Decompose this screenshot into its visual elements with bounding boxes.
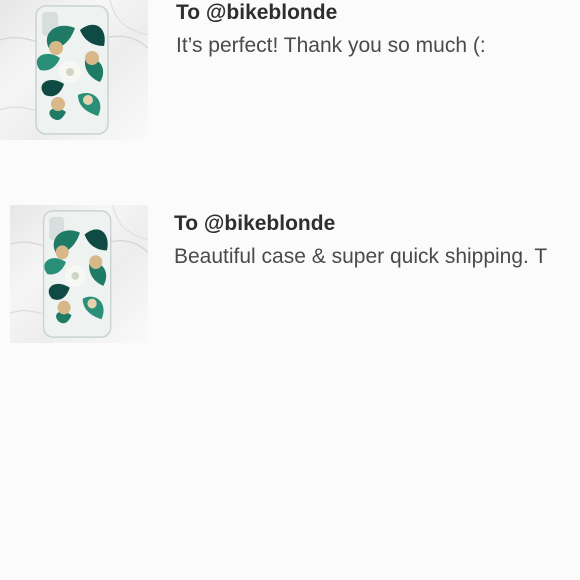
product-image — [0, 0, 148, 135]
review-text-block: To @bikeblonde Beautiful case & super qu… — [174, 211, 547, 271]
floral-phone-case-photo[interactable] — [0, 0, 148, 140]
product-image — [10, 205, 148, 338]
review-text-block: To @bikeblonde It’s perfect! Thank you s… — [176, 0, 486, 60]
review-item: To @bikeblonde It’s perfect! Thank you s… — [0, 0, 580, 145]
floral-phone-case-photo[interactable] — [10, 205, 148, 343]
review-recipient: To @bikeblonde — [174, 212, 336, 235]
review-item: To @bikeblonde Beautiful case & super qu… — [0, 205, 580, 345]
review-message: Beautiful case & super quick shipping. T — [174, 245, 548, 268]
review-recipient: To @bikeblonde — [176, 1, 338, 24]
review-message: It’s perfect! Thank you so much (: — [176, 34, 486, 57]
